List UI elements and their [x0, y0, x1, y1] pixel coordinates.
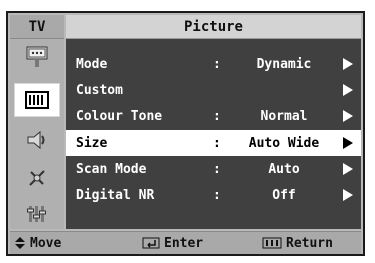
menu-label: Size [76, 135, 108, 151]
menu-value: Auto [268, 161, 300, 177]
menu-row-custom[interactable]: Custom [66, 77, 361, 103]
menu-colon: : [213, 161, 221, 177]
sound-icon[interactable] [18, 125, 56, 155]
menu-panel: Mode : Dynamic Custom Colour Tone : Norm… [66, 39, 361, 229]
move-label: Move [30, 235, 62, 251]
menu-value: Normal [260, 108, 308, 124]
return-hint: Return [262, 236, 333, 251]
right-arrow-icon [343, 137, 353, 149]
right-arrow-icon [343, 58, 353, 70]
menu-row-mode[interactable]: Mode : Dynamic [66, 51, 361, 77]
menu-label: Mode [76, 56, 108, 72]
menu-colon: : [213, 108, 221, 124]
menu-label: Scan Mode [76, 161, 147, 177]
menu-label: Digital NR [76, 187, 155, 203]
enter-label: Enter [164, 235, 204, 251]
enter-hint: Enter [142, 236, 203, 251]
menu-label: Colour Tone [76, 108, 163, 124]
return-icon [262, 237, 282, 249]
sidebar [10, 39, 64, 229]
input-icon[interactable] [18, 43, 56, 73]
menu-row-colour-tone[interactable]: Colour Tone : Normal [66, 103, 361, 129]
right-arrow-icon [343, 163, 353, 175]
footer-bar: Move Enter Return [10, 231, 361, 254]
setup-icon[interactable] [18, 199, 56, 229]
osd-window: TV Picture Mode: Dynamic Custom Colour … [6, 11, 365, 256]
menu-colon: : [213, 56, 221, 72]
right-arrow-icon [343, 189, 353, 201]
menu-row-digital-nr[interactable]: Digital NR : Off [66, 182, 361, 208]
right-arrow-icon [343, 84, 353, 96]
menu-value: Off [272, 187, 296, 203]
section-label: TV [10, 15, 64, 39]
menu-row-scan-mode[interactable]: Scan Mode : Auto [66, 156, 361, 182]
picture-icon[interactable] [14, 83, 60, 117]
page-title: Picture [66, 15, 361, 39]
enter-icon [142, 237, 160, 249]
menu-value: Auto Wide [248, 135, 320, 151]
menu-colon: : [213, 135, 221, 151]
up-down-icon [15, 237, 25, 249]
menu-label: Custom [76, 82, 123, 98]
channel-icon[interactable] [18, 163, 56, 193]
menu-value: Dynamic [256, 56, 312, 72]
menu-colon: : [213, 187, 221, 203]
move-hint: Move [14, 236, 61, 251]
right-arrow-icon [343, 110, 353, 122]
menu-row-size[interactable]: Size : Auto Wide [66, 130, 361, 156]
return-label: Return [286, 235, 333, 251]
